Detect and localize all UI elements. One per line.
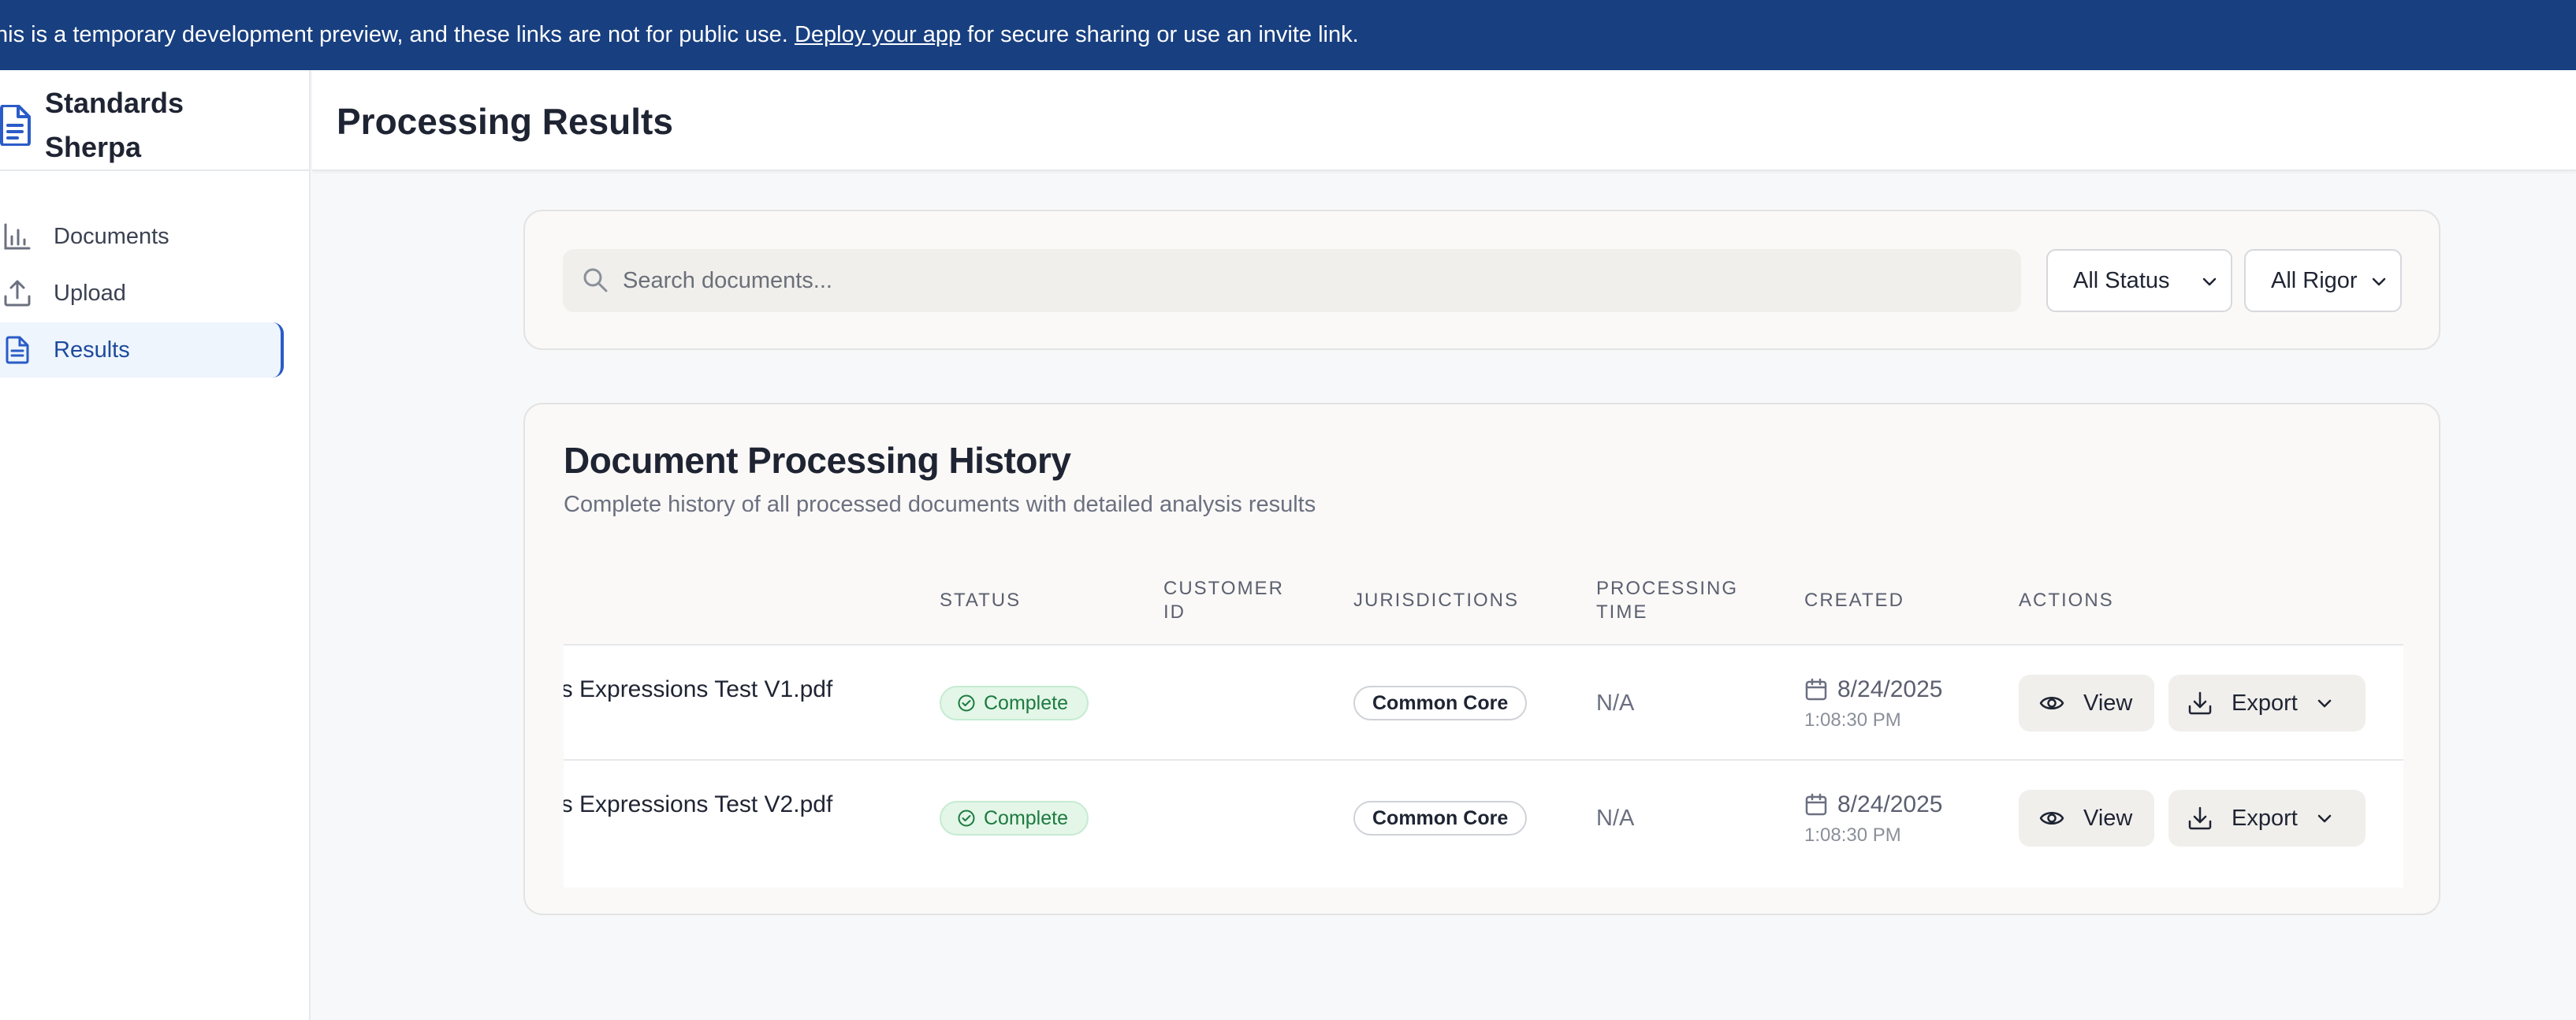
brand-name: Standards Sherpa <box>45 81 250 169</box>
column-header-status[interactable]: STATUS <box>940 589 1021 612</box>
page-header: Processing Results <box>312 70 2576 171</box>
status-text: Complete <box>984 807 1068 829</box>
created-date-text: 8/24/2025 <box>1837 676 1943 702</box>
banner-text: his is a temporary development preview, … <box>0 22 795 47</box>
status-badge: Complete <box>940 686 1089 720</box>
download-icon <box>2188 691 2212 715</box>
brand-line-2: Sherpa <box>45 131 142 163</box>
table-row[interactable]: Terms Expressions Test V2.pdf Complete C… <box>564 761 2403 876</box>
chevron-down-icon <box>2317 699 2332 708</box>
eye-icon <box>2039 812 2064 825</box>
export-button-label: Export <box>2232 805 2298 831</box>
brand-line-1: Standards <box>45 87 184 119</box>
export-dropdown-button[interactable]: Export <box>2168 675 2366 731</box>
document-filename[interactable]: Terms Expressions Test V1.pdf <box>564 676 832 703</box>
sidebar: Standards Sherpa Documents Upload Result… <box>0 70 311 1020</box>
column-header-text: TIME <box>1596 601 1648 623</box>
results-table: STATUS CUSTOMER ID JURISDICTIONS PROCESS… <box>564 557 2403 888</box>
created-date: 8/24/2025 <box>1804 791 1942 818</box>
chevron-down-icon <box>2372 277 2386 286</box>
search-icon <box>583 268 608 292</box>
document-filename[interactable]: Terms Expressions Test V2.pdf <box>564 791 832 818</box>
eye-icon <box>2039 697 2064 709</box>
banner-text-end: for secure sharing or use an invite link… <box>961 22 1359 47</box>
chevron-down-icon <box>2202 277 2217 286</box>
column-header-text: ID <box>1163 601 1186 623</box>
sidebar-nav: Documents Upload Results <box>0 171 309 378</box>
export-button-label: Export <box>2232 690 2298 716</box>
column-header-actions: ACTIONS <box>2019 590 2114 611</box>
sidebar-item-label: Upload <box>54 280 126 306</box>
column-header-created[interactable]: CREATED <box>1804 589 1904 612</box>
check-circle-icon <box>958 694 975 712</box>
rigor-filter-value: All Rigor <box>2271 268 2358 293</box>
upload-icon <box>4 280 31 307</box>
jurisdiction-badge: Common Core <box>1353 686 1528 720</box>
calendar-icon <box>1805 678 1827 701</box>
column-header-customer-id[interactable]: CUSTOMER ID <box>1163 577 1284 624</box>
history-subtitle: Complete history of all processed docume… <box>564 492 1316 517</box>
history-title: Document Processing History <box>564 440 1071 481</box>
search-box[interactable] <box>563 249 2021 312</box>
jurisdiction-badge: Common Core <box>1353 801 1528 836</box>
search-input[interactable] <box>623 249 2010 312</box>
bar-chart-icon <box>4 223 31 250</box>
created-time: 1:08:30 PM <box>1804 825 1901 846</box>
chevron-down-icon <box>2317 814 2332 823</box>
document-logo-icon <box>0 105 31 146</box>
download-icon <box>2188 806 2212 830</box>
deploy-app-link[interactable]: Deploy your app <box>795 22 961 47</box>
check-circle-icon <box>958 810 975 827</box>
status-filter-select[interactable]: All Status <box>2046 249 2232 312</box>
brand[interactable]: Standards Sherpa <box>0 70 309 171</box>
status-badge: Complete <box>940 801 1089 836</box>
processing-history-card: Document Processing History Complete his… <box>523 403 2440 915</box>
view-button-label: View <box>2083 805 2133 831</box>
created-date-text: 8/24/2025 <box>1837 791 1943 817</box>
column-header-jurisdictions[interactable]: JURISDICTIONS <box>1353 589 1519 612</box>
sidebar-item-label: Results <box>54 337 130 363</box>
sidebar-item-upload[interactable]: Upload <box>0 266 284 321</box>
column-header-text: PROCESSING <box>1596 578 1739 599</box>
column-header-processing-time[interactable]: PROCESSING TIME <box>1596 577 1738 624</box>
document-icon <box>6 336 29 364</box>
view-button-label: View <box>2083 690 2133 716</box>
created-time: 1:08:30 PM <box>1804 709 1901 731</box>
status-filter-value: All Status <box>2073 268 2170 293</box>
table-header: STATUS CUSTOMER ID JURISDICTIONS PROCESS… <box>564 557 2403 646</box>
sidebar-item-label: Documents <box>54 223 169 249</box>
created-date: 8/24/2025 <box>1804 676 1942 703</box>
view-button[interactable]: View <box>2019 790 2154 847</box>
page-title: Processing Results <box>337 101 673 142</box>
processing-time: N/A <box>1596 806 1635 831</box>
table-row[interactable]: Terms Expressions Test V1.pdf Complete C… <box>564 646 2403 761</box>
filter-bar: All Status All Rigor <box>523 210 2440 350</box>
sidebar-item-results[interactable]: Results <box>0 322 284 378</box>
dev-preview-banner: his is a temporary development preview, … <box>0 0 2576 70</box>
rigor-filter-select[interactable]: All Rigor <box>2244 249 2402 312</box>
export-dropdown-button[interactable]: Export <box>2168 790 2366 847</box>
processing-time: N/A <box>1596 691 1635 716</box>
sidebar-item-documents[interactable]: Documents <box>0 209 284 264</box>
calendar-icon <box>1805 793 1827 816</box>
column-header-text: CUSTOMER <box>1163 578 1284 599</box>
status-text: Complete <box>984 692 1068 714</box>
view-button[interactable]: View <box>2019 675 2154 731</box>
